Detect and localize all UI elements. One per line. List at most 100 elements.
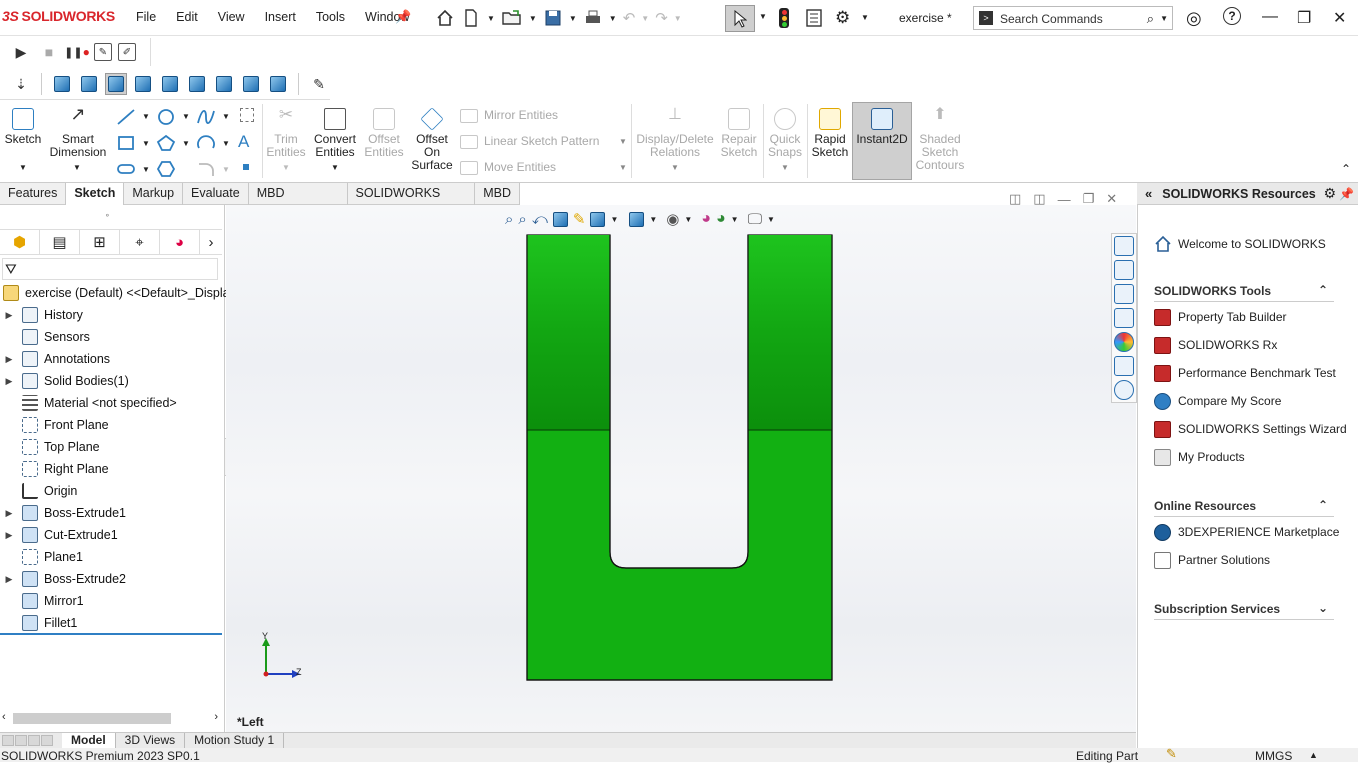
compare-my-score-link[interactable]: Compare My Score: [1154, 390, 1281, 412]
display-delete-relations-button[interactable]: ⊥ Display/Delete Relations: [636, 107, 714, 159]
arc-dropdown-icon[interactable]: ▼: [222, 139, 230, 148]
next-tab-icon[interactable]: [28, 735, 40, 746]
solidworks-forum-icon[interactable]: [1114, 380, 1134, 400]
my-products-link[interactable]: My Products: [1154, 446, 1245, 468]
polygon-dropdown-icon[interactable]: ▼: [182, 139, 190, 148]
first-tab-icon[interactable]: [2, 735, 14, 746]
offset-entities-button[interactable]: Offset Entities: [362, 108, 406, 159]
select-tool-button[interactable]: [725, 5, 755, 32]
restore-window-icon[interactable]: ❐: [1297, 8, 1311, 28]
scene-dropdown-icon[interactable]: ▼: [731, 215, 739, 224]
tree-item-history[interactable]: ▶ History: [0, 304, 83, 326]
display-style-icon[interactable]: [629, 211, 645, 227]
tab-mbd[interactable]: MBD: [475, 182, 520, 205]
move-entities-button[interactable]: Move Entities: [484, 160, 556, 174]
tree-item-top-plane[interactable]: Top Plane: [0, 436, 100, 458]
scroll-left-icon[interactable]: ‹: [2, 711, 6, 723]
quick-snaps-button[interactable]: Quick Snaps: [766, 108, 804, 159]
zoom-to-area-icon[interactable]: ⌕: [518, 211, 526, 228]
minimize-window-icon[interactable]: —: [1262, 8, 1278, 26]
tab-sketch[interactable]: Sketch: [66, 182, 125, 205]
collapse-task-pane-icon[interactable]: «: [1145, 186, 1152, 201]
new-macro-icon[interactable]: ✎: [94, 43, 112, 61]
task-pane-options-icon[interactable]: ⚙: [1323, 185, 1336, 202]
top-view-icon[interactable]: [159, 73, 181, 95]
new-document-icon[interactable]: [461, 8, 481, 28]
tree-item-cut-extrude1[interactable]: ▶ Cut-Extrude1: [0, 524, 118, 546]
tree-item-solid-bodies[interactable]: ▶ Solid Bodies(1): [0, 370, 129, 392]
redo-icon[interactable]: ↷: [655, 9, 668, 27]
file-properties-icon[interactable]: [804, 8, 824, 28]
front-view-icon[interactable]: [51, 73, 73, 95]
file-explorer-icon[interactable]: [1114, 284, 1134, 304]
sketch-dropdown-icon[interactable]: ▼: [19, 163, 27, 172]
circle-dropdown-icon[interactable]: ▼: [182, 112, 190, 121]
previous-view-icon[interactable]: ⤺: [532, 211, 548, 228]
shaded-sketch-contours-button[interactable]: ⬆ Shaded Sketch Contours: [914, 107, 966, 172]
search-dropdown-icon[interactable]: ▼: [1160, 14, 1168, 23]
edit-macro-icon[interactable]: ✐: [118, 43, 136, 61]
convert-dropdown-icon[interactable]: ▼: [331, 163, 339, 172]
rollback-bar[interactable]: [0, 633, 222, 635]
line-dropdown-icon[interactable]: ▼: [142, 112, 150, 121]
dimension-dropdown-icon[interactable]: ▼: [73, 163, 81, 172]
tab-model[interactable]: Model: [62, 733, 116, 748]
trimetric-view-icon[interactable]: [240, 73, 262, 95]
left-view-icon[interactable]: [105, 73, 127, 95]
hide-show-items-icon[interactable]: ◉: [666, 210, 679, 228]
stop-macro-icon[interactable]: ■: [38, 41, 60, 63]
snaps-dropdown-icon[interactable]: ▼: [781, 163, 789, 172]
expand-arrow-icon[interactable]: ▶: [0, 530, 18, 541]
resources-home-icon[interactable]: [1114, 236, 1134, 256]
save-dropdown-icon[interactable]: ▼: [569, 14, 577, 23]
edit-appearance-icon[interactable]: ◕: [701, 210, 711, 228]
fillet-sketch-icon[interactable]: [196, 160, 216, 178]
options-dropdown-icon[interactable]: ▼: [861, 13, 869, 22]
property-manager-tab-icon[interactable]: ▤: [40, 229, 80, 255]
tree-item-fillet1[interactable]: Fillet1: [0, 612, 77, 634]
tab-evaluate[interactable]: Evaluate: [183, 182, 249, 205]
view-orientation-hud-icon[interactable]: [590, 211, 606, 227]
prev-tab-icon[interactable]: [15, 735, 27, 746]
rebuild-status-icon[interactable]: ✎: [1166, 746, 1177, 762]
convert-entities-button[interactable]: Convert Entities: [312, 108, 358, 159]
new-dropdown-icon[interactable]: ▼: [487, 14, 495, 23]
display-style-dropdown-icon[interactable]: ▼: [649, 215, 657, 224]
part-model-u-shape[interactable]: [526, 234, 834, 682]
configuration-manager-tab-icon[interactable]: ⊞: [80, 229, 120, 255]
tree-item-annotations[interactable]: ▶ Annotations: [0, 348, 110, 370]
viewport-restore-icon[interactable]: ❐: [1083, 191, 1095, 207]
close-window-icon[interactable]: ✕: [1333, 8, 1346, 28]
tab-motion-study-1[interactable]: Motion Study 1: [185, 733, 285, 748]
online-resources-section[interactable]: Online Resources ⌃: [1154, 498, 1334, 517]
right-view-icon[interactable]: [132, 73, 154, 95]
open-folder-icon[interactable]: [501, 8, 523, 28]
tree-item-boss-extrude1[interactable]: ▶ Boss-Extrude1: [0, 502, 126, 524]
tree-item-front-plane[interactable]: Front Plane: [0, 414, 109, 436]
rebuild-traffic-light-icon[interactable]: [779, 8, 789, 28]
point-icon[interactable]: [243, 164, 249, 170]
search-box[interactable]: > Search Commands ⌕ ▼: [973, 6, 1173, 30]
select-dropdown-icon[interactable]: ▼: [759, 12, 767, 21]
tab-markup[interactable]: Markup: [124, 182, 184, 205]
print-icon[interactable]: [583, 8, 603, 28]
scrollbar-thumb[interactable]: [13, 713, 171, 724]
redo-dropdown-icon[interactable]: ▼: [674, 14, 682, 23]
view-settings-dropdown-icon[interactable]: ▼: [767, 215, 775, 224]
expand-arrow-icon[interactable]: ▶: [0, 310, 18, 321]
menu-file[interactable]: File: [136, 10, 156, 24]
arc-icon[interactable]: [196, 134, 216, 152]
record-macro-icon[interactable]: ❚❚ ●: [64, 41, 90, 63]
hide-show-dropdown-icon[interactable]: ▼: [684, 215, 692, 224]
sketch-button[interactable]: Sketch: [4, 108, 42, 146]
tree-item-plane1[interactable]: Plane1: [0, 546, 83, 568]
move-dropdown-icon[interactable]: ▼: [619, 163, 627, 172]
viewport-tile-right-icon[interactable]: ◫: [1033, 191, 1045, 207]
viewport-tile-left-icon[interactable]: ◫: [1009, 191, 1021, 207]
menu-insert[interactable]: Insert: [265, 10, 296, 24]
display-manager-tab-icon[interactable]: ◕: [160, 229, 200, 255]
design-library-icon[interactable]: [1114, 260, 1134, 280]
print-dropdown-icon[interactable]: ▼: [609, 14, 617, 23]
tree-item-mirror1[interactable]: Mirror1: [0, 590, 84, 612]
collapse-section-icon[interactable]: ⌃: [1318, 283, 1328, 297]
